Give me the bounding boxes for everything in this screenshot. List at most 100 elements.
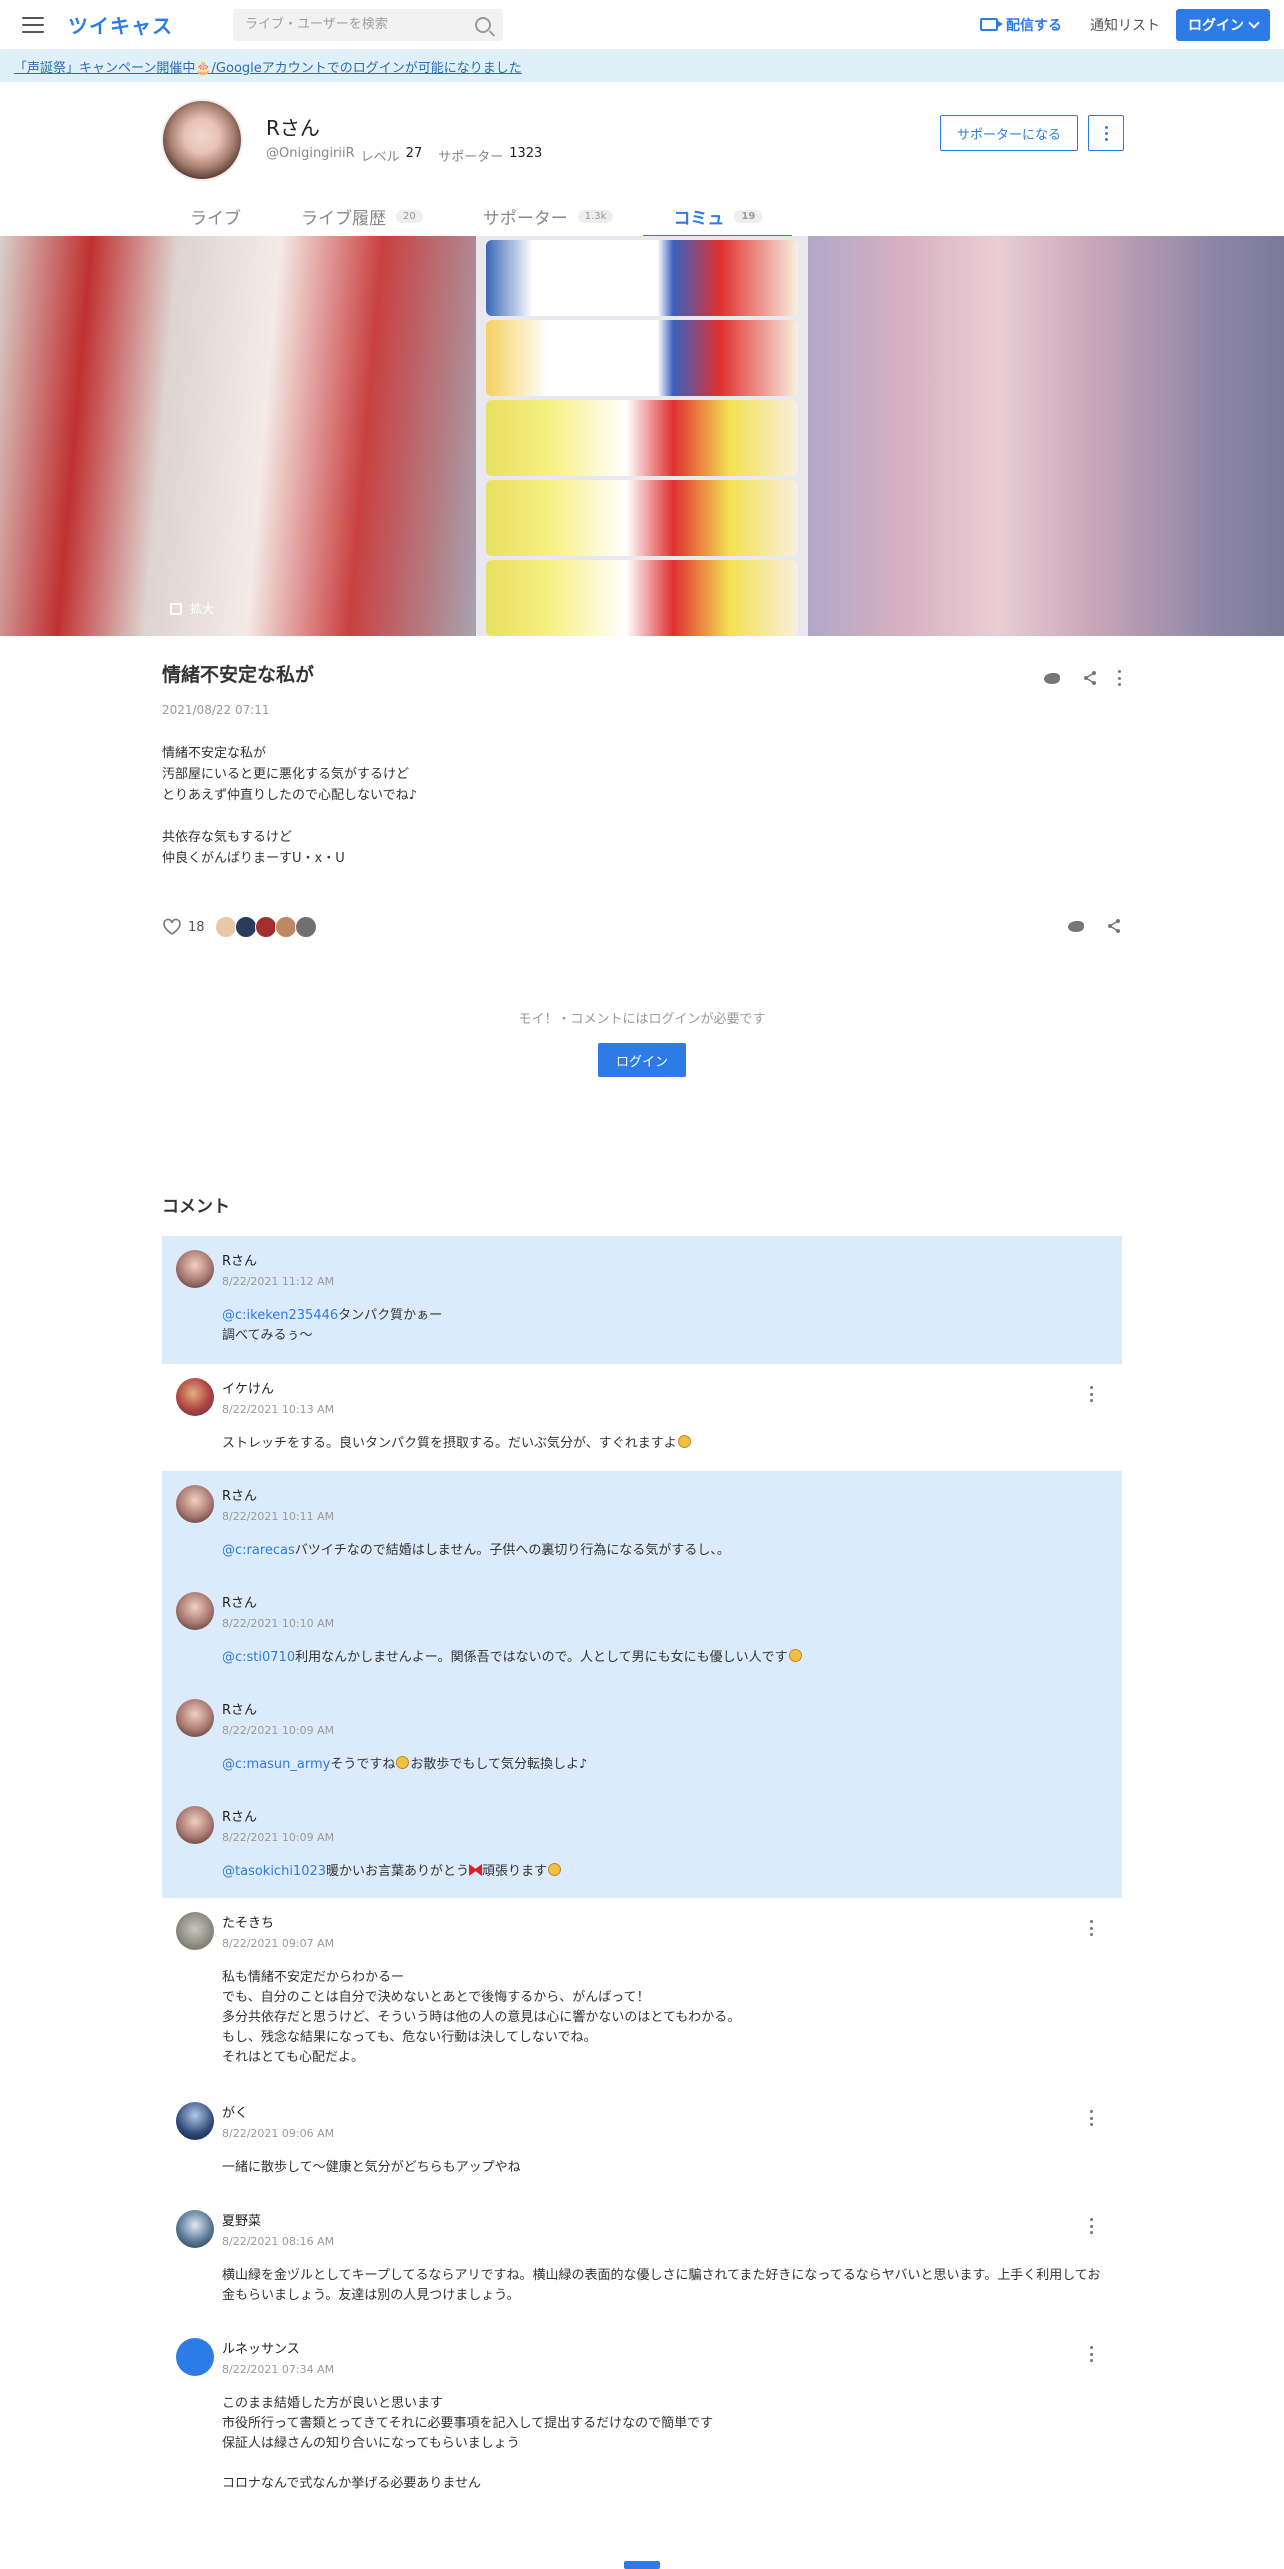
menu-icon[interactable] bbox=[22, 16, 44, 33]
twitter-icon[interactable] bbox=[1066, 918, 1086, 934]
profile-tabs: ライブ ライブ履歴 20 サポーター 1.3k コミュ 19 bbox=[160, 196, 793, 238]
comment-date: 8/22/2021 08:16 AM bbox=[222, 2235, 335, 2248]
comment-text: @c:rarecasバツイチなので結婚はしません。子供への裏切り行為になる気がす… bbox=[222, 1541, 1122, 1561]
comment-more-icon[interactable] bbox=[1090, 2110, 1094, 2126]
comment-more-icon[interactable] bbox=[1090, 2218, 1094, 2234]
comment-date: 8/22/2021 11:12 AM bbox=[222, 1275, 335, 1288]
become-supporter-button[interactable]: サポーターになる bbox=[939, 115, 1078, 151]
expand-image-button[interactable]: 拡大 bbox=[170, 600, 214, 617]
liker-avatar[interactable] bbox=[254, 916, 277, 938]
comment-avatar[interactable] bbox=[176, 1485, 214, 1523]
comment-item: Rさん 8/22/2021 11:12 AM @c:ikeken235446タン… bbox=[162, 1236, 1122, 1364]
comment-more-icon[interactable] bbox=[1090, 1386, 1094, 1402]
announcement-link[interactable]: 「声誕祭」キャンペーン開催中🎂/Googleアカウントでのログインが可能になりま… bbox=[14, 57, 522, 76]
search-box[interactable] bbox=[233, 8, 503, 41]
comment-author[interactable]: Rさん bbox=[222, 1592, 1122, 1611]
tab-count-badge: 19 bbox=[734, 209, 763, 223]
comment-body: そうですね bbox=[330, 1757, 396, 1772]
profile-meta: @OnigingiriiR レベル 27 サポーター 1323 bbox=[266, 146, 552, 165]
share-icon[interactable] bbox=[1106, 918, 1122, 934]
comment-item: Rさん 8/22/2021 10:09 AM @tasokichi1023暖かい… bbox=[162, 1792, 1122, 1898]
login-required-notice: モイ！・コメントにはログインが必要です bbox=[518, 1012, 766, 1027]
camera-icon bbox=[980, 18, 1003, 31]
liker-avatar[interactable] bbox=[274, 916, 297, 938]
liker-avatar[interactable] bbox=[294, 916, 317, 938]
share-icon[interactable] bbox=[1082, 670, 1098, 686]
profile-header: Rさん @OnigingiriiR レベル 27 サポーター 1323 サポータ… bbox=[160, 96, 1124, 186]
tab-supporters[interactable]: サポーター 1.3k bbox=[453, 196, 644, 236]
announcement-banner: 「声誕祭」キャンペーン開催中🎂/Googleアカウントでのログインが可能になりま… bbox=[0, 50, 1284, 82]
tab-label: ライブ履歴 bbox=[301, 208, 386, 229]
comment-date: 8/22/2021 10:09 AM bbox=[222, 1724, 335, 1737]
comment-author[interactable]: ルネッサンス bbox=[222, 2338, 1122, 2357]
comment-mention[interactable]: @c:rarecas bbox=[222, 1543, 295, 1558]
comment-avatar[interactable] bbox=[176, 1699, 214, 1737]
comment-body: ストレッチをする。良いタンパク質を摂取する。だいぶ気分が、すぐれますよ bbox=[222, 1436, 677, 1451]
top-navbar: ツイキャス 配信する 通知リスト ログイン bbox=[0, 0, 1284, 50]
notify-list-link[interactable]: 通知リスト bbox=[1090, 15, 1160, 35]
profile-avatar[interactable] bbox=[161, 99, 243, 181]
level-label: レベル bbox=[360, 150, 400, 165]
smiley-emoji-icon bbox=[396, 1756, 410, 1769]
comment-body: バツイチなので結婚はしません。子供への裏切り行為になる気がするし、。 bbox=[294, 1543, 730, 1558]
comment-author[interactable]: Rさん bbox=[222, 1250, 1122, 1269]
comments-heading: コメント bbox=[162, 1197, 230, 1217]
comment-date: 8/22/2021 10:11 AM bbox=[222, 1510, 335, 1523]
smiley-emoji-icon bbox=[788, 1649, 802, 1662]
comment-more-icon[interactable] bbox=[1090, 1920, 1094, 1936]
tab-label: ライブ bbox=[190, 208, 241, 229]
comment-item: Rさん 8/22/2021 10:10 AM @c:sti0710利用なんかしま… bbox=[162, 1578, 1122, 1685]
liker-avatar[interactable] bbox=[234, 916, 257, 938]
comment-avatar[interactable] bbox=[176, 1912, 214, 1950]
comment-body-cont: 頑張ります bbox=[482, 1864, 548, 1879]
comment-text: 横山緑を金ヅルとしてキープしてるならアリですね。横山緑の表面的な優しさに騙されて… bbox=[222, 2268, 1101, 2303]
post-photo[interactable] bbox=[476, 236, 808, 636]
comment-item: ルネッサンス 8/22/2021 07:34 AM このまま結婚した方が良いと思… bbox=[162, 2324, 1122, 2494]
comment-mention[interactable]: @c:masun_army bbox=[222, 1757, 330, 1772]
comment-author[interactable]: Rさん bbox=[222, 1806, 1122, 1825]
site-logo[interactable]: ツイキャス bbox=[68, 10, 173, 39]
comment-author[interactable]: Rさん bbox=[222, 1485, 1122, 1504]
comment-text: ストレッチをする。良いタンパク質を摂取する。だいぶ気分が、すぐれますよ bbox=[222, 1434, 1122, 1454]
liker-avatar[interactable] bbox=[214, 916, 237, 938]
comment-avatar[interactable] bbox=[176, 2338, 214, 2376]
comment-avatar[interactable] bbox=[176, 1592, 214, 1630]
post-title: 情緒不安定な私が bbox=[162, 664, 315, 686]
header-login-label: ログイン bbox=[1188, 17, 1244, 34]
heart-icon[interactable] bbox=[162, 918, 182, 936]
comment-author[interactable]: イケけん bbox=[222, 1378, 1122, 1397]
post-image-viewer[interactable]: 拡大 bbox=[0, 236, 1284, 636]
search-icon[interactable] bbox=[475, 16, 491, 33]
login-button[interactable]: ログイン bbox=[598, 1043, 686, 1077]
smiley-emoji-icon bbox=[548, 1863, 562, 1876]
comment-more-icon[interactable] bbox=[1090, 2346, 1094, 2362]
post-more-icon[interactable] bbox=[1118, 670, 1122, 686]
tab-community[interactable]: コミュ 19 bbox=[643, 196, 793, 238]
comment-text: @tasokichi1023暖かいお言葉ありがとう 頑張ります bbox=[222, 1862, 1122, 1882]
twitter-icon[interactable] bbox=[1042, 670, 1062, 686]
tab-live[interactable]: ライブ bbox=[160, 196, 271, 236]
comment-mention[interactable]: @c:sti0710 bbox=[222, 1650, 295, 1665]
comment-author[interactable]: がく bbox=[222, 2102, 1122, 2121]
comment-author[interactable]: Rさん bbox=[222, 1699, 1122, 1718]
comment-item: がく 8/22/2021 09:06 AM 一緒に散歩して〜健康と気分がどちらも… bbox=[162, 2088, 1122, 2196]
search-input[interactable] bbox=[245, 17, 475, 32]
comment-date: 8/22/2021 09:06 AM bbox=[222, 2127, 335, 2140]
header-login-button[interactable]: ログイン bbox=[1176, 8, 1270, 41]
comment-body: 暖かいお言葉ありがとう bbox=[326, 1864, 470, 1879]
comment-avatar[interactable] bbox=[176, 1378, 214, 1416]
comment-date: 8/22/2021 09:07 AM bbox=[222, 1937, 335, 1950]
comment-avatar[interactable] bbox=[176, 2210, 214, 2248]
comment-author[interactable]: たそきち bbox=[222, 1912, 1122, 1931]
supporter-count: 1323 bbox=[509, 146, 543, 161]
comment-mention[interactable]: @tasokichi1023 bbox=[222, 1864, 326, 1879]
tab-live-history[interactable]: ライブ履歴 20 bbox=[271, 196, 453, 236]
comment-avatar[interactable] bbox=[176, 2102, 214, 2140]
comment-avatar[interactable] bbox=[176, 1250, 214, 1288]
comment-avatar[interactable] bbox=[176, 1806, 214, 1844]
broadcast-button[interactable]: 配信する bbox=[980, 15, 1062, 35]
comment-mention[interactable]: @c:ikeken235446 bbox=[222, 1308, 338, 1323]
comment-author[interactable]: 夏野菜 bbox=[222, 2210, 1122, 2229]
profile-more-button[interactable] bbox=[1088, 115, 1124, 151]
expand-icon bbox=[170, 602, 182, 615]
